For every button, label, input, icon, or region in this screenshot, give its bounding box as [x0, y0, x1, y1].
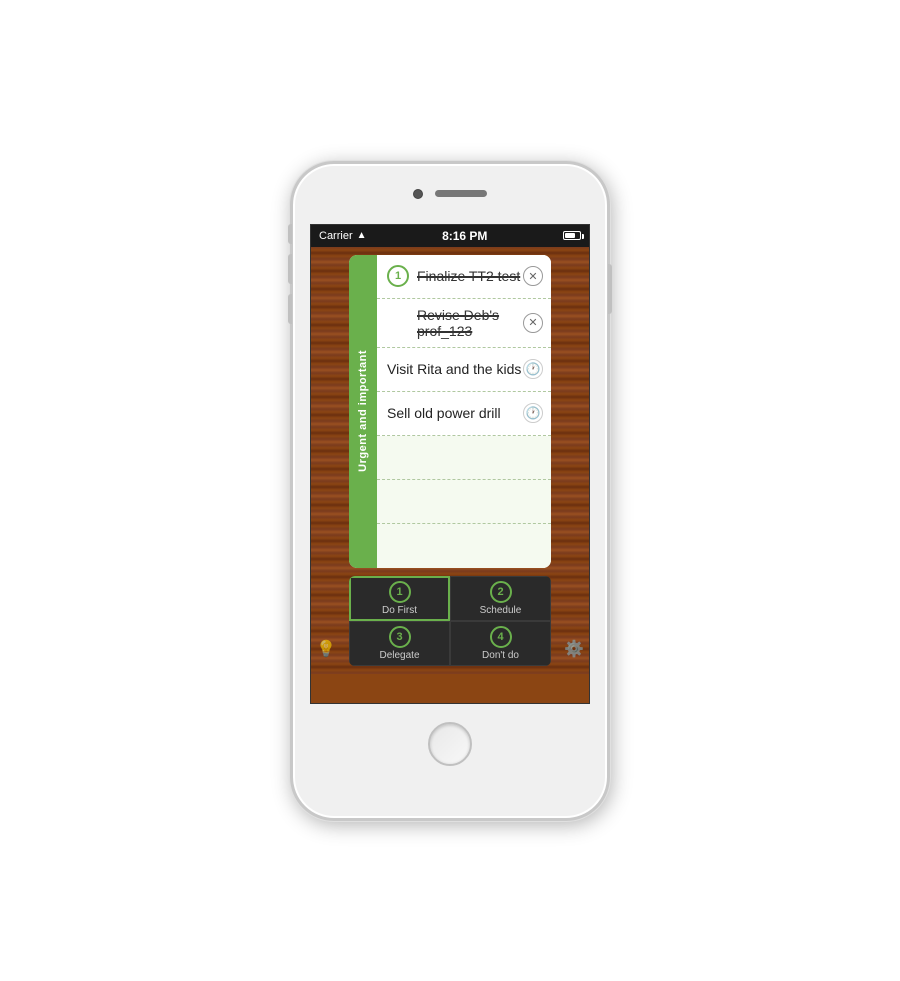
nav-dont-do[interactable]: 4 Don't do [450, 621, 551, 666]
nav-label-delegate: Delegate [379, 650, 419, 661]
carrier-label: Carrier [319, 230, 353, 242]
screen-with-sidebar: 💡 Urgent and important [311, 247, 589, 674]
power-button[interactable] [608, 264, 612, 314]
status-right [563, 231, 581, 240]
lightbulb-icon[interactable]: 💡 [316, 639, 341, 659]
task-row-empty [377, 480, 551, 524]
task-row-empty [377, 524, 551, 568]
volume-down-button[interactable] [288, 294, 292, 324]
content-card: Urgent and important 1 Finalize TT2 test… [349, 255, 551, 568]
clock-icon[interactable]: 🕐 [523, 403, 543, 423]
task-row[interactable]: Sell old power drill 🕐 [377, 392, 551, 436]
nav-number-3: 3 [389, 626, 411, 648]
wood-background: 💡 Urgent and important [311, 247, 589, 674]
screen: Carrier ▲ 8:16 PM 💡 [310, 224, 590, 704]
phone-bottom [293, 704, 607, 784]
camera [413, 189, 423, 199]
speaker [435, 190, 487, 197]
gear-icon[interactable]: ⚙️ [564, 639, 584, 659]
phone-frame: Carrier ▲ 8:16 PM 💡 [290, 161, 610, 821]
task-badge: 1 [387, 265, 409, 287]
nav-label-schedule: Schedule [480, 605, 522, 616]
time-display: 8:16 PM [442, 229, 487, 243]
nav-number-2: 2 [490, 581, 512, 603]
task-text: Visit Rita and the kids [387, 361, 523, 377]
task-row[interactable]: Visit Rita and the kids 🕐 [377, 348, 551, 392]
battery-icon [563, 231, 581, 240]
task-row-empty [377, 436, 551, 480]
nav-number-1: 1 [389, 581, 411, 603]
status-bar: Carrier ▲ 8:16 PM [311, 225, 589, 247]
phone-top [293, 164, 607, 224]
battery-fill [565, 233, 575, 238]
task-row[interactable]: Revise Deb's prof_123 ✕ [377, 299, 551, 348]
nav-label-dont-do: Don't do [482, 650, 519, 661]
nav-delegate[interactable]: 3 Delegate [349, 621, 450, 666]
close-icon[interactable]: ✕ [523, 313, 543, 333]
side-label: Urgent and important [349, 255, 377, 568]
status-left: Carrier ▲ [319, 230, 367, 242]
sidebar-right: ⚙️ [559, 247, 589, 674]
task-row[interactable]: 1 Finalize TT2 test ✕ [377, 255, 551, 299]
nav-number-4: 4 [490, 626, 512, 648]
sidebar-left: 💡 [311, 247, 341, 674]
nav-do-first[interactable]: 1 Do First [349, 576, 450, 621]
main-content: Urgent and important 1 Finalize TT2 test… [341, 247, 559, 674]
home-button[interactable] [428, 722, 472, 766]
wifi-icon: ▲ [357, 230, 367, 241]
volume-up-button[interactable] [288, 254, 292, 284]
close-icon[interactable]: ✕ [523, 266, 543, 286]
mute-button[interactable] [288, 224, 292, 244]
bottom-navigation: 1 Do First 2 Schedule 3 Delegate [349, 576, 551, 666]
side-label-text: Urgent and important [357, 350, 369, 472]
clock-icon[interactable]: 🕐 [523, 359, 543, 379]
task-text: Revise Deb's prof_123 [387, 307, 523, 339]
nav-label-do-first: Do First [382, 605, 417, 616]
task-text: Finalize TT2 test [417, 268, 523, 284]
task-list: 1 Finalize TT2 test ✕ Revise Deb's prof_… [377, 255, 551, 568]
task-text: Sell old power drill [387, 405, 523, 421]
nav-schedule[interactable]: 2 Schedule [450, 576, 551, 621]
